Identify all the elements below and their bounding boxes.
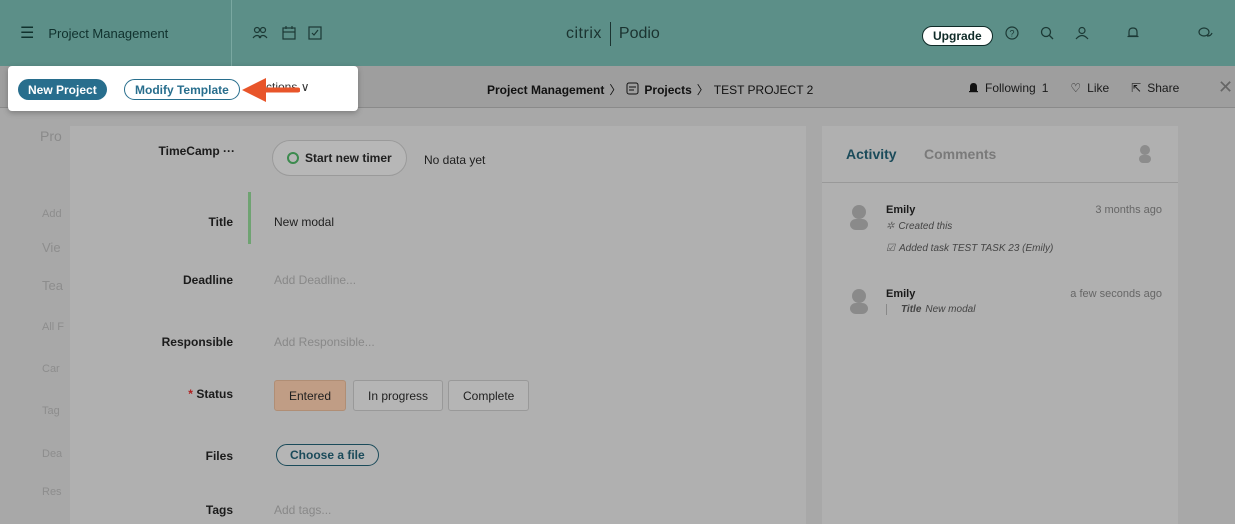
activity-line: ☑ Added task TEST TASK 23 (Emily) xyxy=(886,243,1054,254)
like-button[interactable]: ♡ Like xyxy=(1070,81,1109,95)
close-icon[interactable]: ✕ xyxy=(1218,77,1233,98)
title-input[interactable]: New modal xyxy=(274,215,334,229)
activity-entry: Emily 3 months ago ✲ Created this ☑ Adde… xyxy=(842,204,1162,264)
activity-time: 3 months ago xyxy=(1095,204,1162,216)
activity-tabs: Activity Comments xyxy=(822,126,1178,183)
brand-divider xyxy=(609,22,611,46)
activity-user[interactable]: Emily xyxy=(886,204,915,216)
activity-time: a few seconds ago xyxy=(1070,288,1162,300)
activity-line: ✲ Created this xyxy=(886,221,953,232)
timecamp-label: TimeCamp ··· xyxy=(158,144,235,158)
timer-status: No data yet xyxy=(424,153,486,167)
workspace-name: Project Management xyxy=(48,25,169,41)
deadline-label: Deadline xyxy=(182,273,233,287)
contacts-icon[interactable] xyxy=(251,24,269,42)
deadline-input[interactable]: Add Deadline... xyxy=(274,273,356,287)
status-option-entered[interactable]: Entered xyxy=(274,380,347,411)
more-icon: ··· xyxy=(223,144,235,158)
share-button[interactable]: ⇱ Share xyxy=(1131,81,1179,95)
new-project-button[interactable]: New Project xyxy=(18,79,107,100)
activity-user[interactable]: Emily xyxy=(886,288,915,300)
chevron-down-icon: ∨ xyxy=(300,80,310,94)
status-option-complete[interactable]: Complete xyxy=(448,380,530,411)
breadcrumb-projects[interactable]: Projects xyxy=(644,83,691,97)
breadcrumb: Project Management 〉 Projects 〉 TEST PRO… xyxy=(487,81,813,98)
timer-icon xyxy=(287,152,299,164)
workspace-switcher[interactable]: ☰ Project Management xyxy=(0,0,232,66)
activity-entry: Emily a few seconds ago Title New modal xyxy=(842,288,1162,328)
chevron-right-icon: 〉 xyxy=(696,83,709,97)
top-bar: ☰ Project Management citrix Podio Upgrad… xyxy=(0,0,1235,66)
checkbox-icon: ☑ xyxy=(886,243,895,254)
breadcrumb-app[interactable]: Project Management xyxy=(487,83,604,97)
status-option-in-progress[interactable]: In progress xyxy=(353,380,444,411)
activity-change: Title New modal xyxy=(886,304,975,315)
user-avatar-icon[interactable] xyxy=(1138,144,1152,169)
avatar xyxy=(848,204,870,230)
following-label: Following xyxy=(985,81,1036,95)
share-label: Share xyxy=(1147,81,1180,95)
following-toggle[interactable]: Following 1 xyxy=(968,81,1048,95)
created-icon: ✲ xyxy=(886,221,895,232)
responsible-input[interactable]: Add Responsible... xyxy=(274,335,375,349)
modify-template-button[interactable]: Modify Template xyxy=(124,79,240,100)
choose-file-button[interactable]: Choose a file xyxy=(276,444,379,466)
following-count: 1 xyxy=(1041,81,1049,95)
upgrade-button[interactable]: Upgrade xyxy=(922,26,993,46)
projects-app-icon xyxy=(626,82,639,98)
share-icon: ⇱ xyxy=(1131,81,1142,95)
menu-icon[interactable]: ☰ xyxy=(20,23,34,43)
help-icon[interactable]: ? xyxy=(1003,24,1021,42)
chevron-right-icon: 〉 xyxy=(609,83,622,97)
responsible-label: Responsible xyxy=(161,335,233,349)
breadcrumb-item: TEST PROJECT 2 xyxy=(713,82,814,97)
tags-label: Tags xyxy=(205,503,233,517)
status-label: * Status xyxy=(188,387,233,401)
timecamp-row: TimeCamp ··· Start new timer No data yet xyxy=(70,126,806,190)
avatar xyxy=(848,288,870,314)
citrix-wordmark: citrix xyxy=(566,25,602,42)
item-actions: Following 1 ♡ Like ⇱ Share xyxy=(968,81,1179,95)
search-icon[interactable] xyxy=(1038,24,1056,42)
calendar-icon[interactable] xyxy=(280,24,298,42)
activity-panel: Activity Comments Emily 3 months ago ✲ C… xyxy=(822,126,1178,524)
title-field-indicator xyxy=(248,192,251,244)
annotation-arrow-icon xyxy=(242,78,300,102)
tasks-icon[interactable] xyxy=(306,24,324,42)
brand-logo: citrix Podio xyxy=(566,22,660,46)
heart-icon: ♡ xyxy=(1070,81,1082,95)
tab-comments[interactable]: Comments xyxy=(924,146,996,162)
svg-text:?: ? xyxy=(1009,29,1014,39)
start-timer-button[interactable]: Start new timer xyxy=(272,140,407,176)
profile-icon[interactable] xyxy=(1073,24,1091,42)
bell-filled-icon xyxy=(969,83,978,93)
start-timer-label: Start new timer xyxy=(305,151,392,165)
like-label: Like xyxy=(1087,81,1110,95)
chat-icon[interactable] xyxy=(1197,24,1215,42)
item-form: TimeCamp ··· Start new timer No data yet… xyxy=(70,126,806,524)
tags-input[interactable]: Add tags... xyxy=(274,503,331,517)
podio-wordmark: Podio xyxy=(618,25,660,42)
bell-icon[interactable] xyxy=(1124,24,1142,42)
files-label: Files xyxy=(205,449,233,463)
status-row: * Status Entered In progress Complete xyxy=(70,380,806,420)
tab-activity[interactable]: Activity xyxy=(846,146,897,162)
title-label: Title xyxy=(208,215,233,229)
